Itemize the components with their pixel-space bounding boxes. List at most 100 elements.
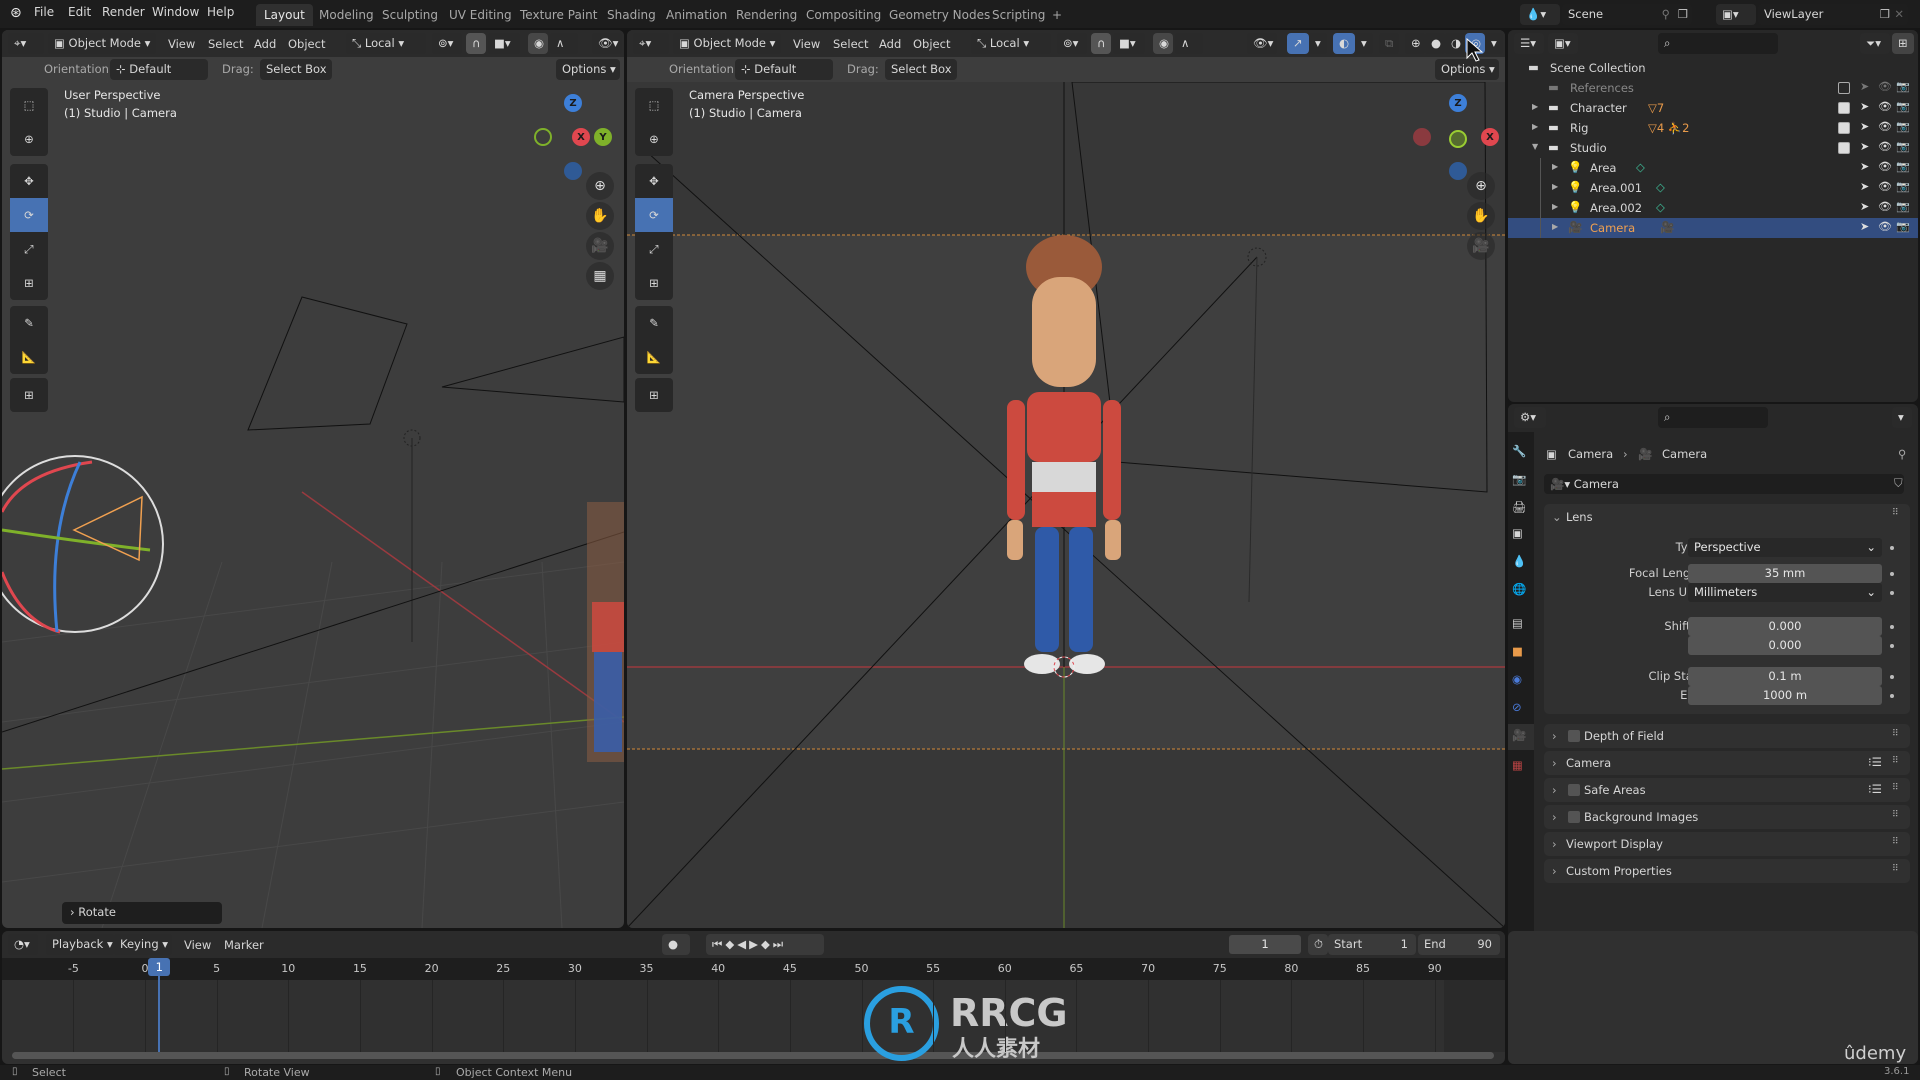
proportional-edit-toggle[interactable]: ◉ — [528, 33, 548, 54]
chevron-right-icon[interactable]: ▶ — [1532, 102, 1538, 111]
transform-orientation-dropdown[interactable]: ⤡ Local ▾ — [346, 33, 426, 54]
timeline-editor-type[interactable]: ◔▾ — [8, 934, 38, 955]
camera-view-button[interactable]: 🎥 — [586, 232, 614, 260]
eye-icon[interactable]: 👁 — [1878, 80, 1892, 93]
properties-editor-type[interactable]: ⚙▾ — [1514, 407, 1546, 428]
panel-safe-areas[interactable]: › Safe Areas ⁝☰ ⠿ — [1544, 778, 1910, 802]
eye-icon[interactable]: 👁 — [1878, 100, 1892, 113]
menu-add[interactable]: Add — [879, 37, 901, 51]
keyframe-dot[interactable] — [1890, 675, 1894, 679]
select-toggle-icon[interactable]: ➤ — [1860, 100, 1869, 113]
chevron-right-icon[interactable]: ▶ — [1532, 122, 1538, 131]
exclude-checkbox[interactable] — [1838, 82, 1850, 94]
tool-measure[interactable]: 📐 — [10, 340, 48, 374]
light-data-icon[interactable]: ◇ — [1656, 180, 1665, 194]
render-camera-icon[interactable]: 📷 — [1896, 140, 1910, 153]
tab-layout[interactable]: Layout — [256, 4, 313, 26]
viewport-left[interactable]: ⌖▾ ▣ Object Mode ▾ View Select Add Objec… — [2, 30, 624, 928]
gizmo-y-axis[interactable] — [1449, 130, 1467, 148]
tab-object[interactable]: ■ — [1512, 644, 1523, 658]
rotate-x-ring-lower[interactable] — [2, 571, 61, 634]
next-keyframe-icon[interactable]: ◆ — [761, 937, 773, 951]
select-toggle-icon[interactable]: ➤ — [1860, 80, 1869, 93]
menu-object[interactable]: Object — [913, 37, 950, 51]
panel-depth-of-field[interactable]: › Depth of Field ⠿ — [1544, 724, 1910, 748]
add-workspace-button[interactable]: + — [1044, 4, 1070, 26]
menu-edit[interactable]: Edit — [68, 5, 91, 19]
eye-icon[interactable]: 👁 — [1878, 200, 1892, 213]
tab-scene[interactable]: 💧 — [1512, 554, 1526, 568]
play-reverse-icon[interactable]: ◀ — [737, 937, 749, 951]
editor-type-button[interactable]: ⌖▾ — [8, 33, 44, 54]
chevron-right-icon[interactable]: ▶ — [1552, 222, 1558, 231]
snap-toggle[interactable]: ∩ — [466, 33, 486, 54]
render-camera-icon[interactable]: 📷 — [1896, 100, 1910, 113]
clip-end-field[interactable]: 1000 m — [1688, 686, 1882, 705]
gizmo-x-axis[interactable]: X — [1481, 128, 1499, 146]
panel-enable-checkbox[interactable] — [1568, 811, 1580, 823]
eye-icon[interactable]: 👁 — [1878, 120, 1892, 133]
tab-view-layer[interactable]: ▣ — [1512, 526, 1523, 540]
eye-icon[interactable]: 👁 — [1878, 180, 1892, 193]
gizmo-z-axis[interactable]: Z — [564, 94, 582, 112]
panel-camera[interactable]: › Camera ⁝☰ ⠿ — [1544, 751, 1910, 775]
drag-dropdown[interactable]: Select Box — [260, 59, 332, 80]
new-collection-button[interactable]: ⊞ — [1892, 33, 1914, 54]
playhead-frame-indicator[interactable]: 1 — [148, 958, 171, 976]
gizmo-dropdown[interactable]: ▾ — [1309, 33, 1327, 54]
filter-dropdown[interactable]: ⏷▾ — [1860, 33, 1890, 54]
tool-move[interactable]: ✥ — [10, 164, 48, 198]
snap-toggle[interactable]: ∩ — [1091, 33, 1111, 54]
render-camera-icon[interactable]: 📷 — [1896, 200, 1910, 213]
options-dropdown[interactable]: Options ▾ — [1435, 59, 1499, 80]
mode-dropdown[interactable]: ▣ Object Mode ▾ — [48, 33, 156, 54]
keyframe-dot[interactable] — [1890, 644, 1894, 648]
tab-scripting-label[interactable]: Scripting — [984, 4, 1053, 26]
keyframe-dot[interactable] — [1890, 625, 1894, 629]
rotate-z-ring[interactable] — [53, 461, 82, 633]
zoom-view-button[interactable]: ⊕ — [1467, 172, 1495, 200]
drag-dropdown[interactable]: Select Box — [885, 59, 957, 80]
pin-icon[interactable]: ⚲ — [1898, 447, 1906, 461]
tool-move[interactable]: ✥ — [635, 164, 673, 198]
presets-list-icon[interactable]: ⁝☰ — [1868, 782, 1882, 796]
eye-icon[interactable]: 👁 — [1878, 160, 1892, 173]
properties-options-dropdown[interactable]: ▾ — [1892, 407, 1912, 428]
scene-selector-button[interactable]: 💧▾ — [1520, 4, 1560, 25]
jump-start-icon[interactable]: ⏮ — [712, 937, 725, 951]
current-frame-field[interactable]: 1 — [1229, 935, 1301, 954]
eye-icon[interactable]: 👁 — [1878, 220, 1892, 233]
menu-window[interactable]: Window — [152, 5, 199, 19]
tab-uv-editing[interactable]: UV Editing — [441, 4, 520, 26]
tab-output[interactable]: 🖨 — [1512, 500, 1527, 514]
outliner-search-input[interactable]: ⌕ — [1658, 33, 1778, 54]
tool-select-box[interactable]: ⬚ — [635, 88, 673, 122]
scene-name-field[interactable]: Scene ⚲ ❐ — [1562, 4, 1692, 25]
tab-modeling[interactable]: Modeling — [311, 4, 382, 26]
select-toggle-icon[interactable]: ➤ — [1860, 200, 1869, 213]
shift-x-field[interactable]: 0.000 — [1688, 617, 1882, 636]
gizmo-neg-y-axis[interactable] — [534, 128, 552, 146]
drag-handle-icon[interactable]: ⠿ — [1892, 810, 1899, 820]
pivot-point-dropdown[interactable]: ⊚▾ — [1057, 33, 1087, 54]
orientation-dropdown[interactable]: ⊹ Default — [735, 59, 833, 80]
gizmo-neg-z-axis[interactable] — [1449, 162, 1467, 180]
outliner-row[interactable]: ▬ References ➤ 👁 📷 — [1508, 78, 1918, 98]
outliner-editor-type[interactable]: ☰▾ — [1514, 33, 1544, 54]
exclude-checkbox[interactable] — [1838, 142, 1850, 154]
tab-collection[interactable]: ▤ — [1512, 616, 1523, 630]
fake-user-shield-icon[interactable]: ⛉ — [1894, 476, 1903, 491]
panel-custom-properties[interactable]: › Custom Properties ⠿ — [1544, 859, 1910, 883]
tab-compositing[interactable]: Compositing — [798, 4, 889, 26]
menu-object[interactable]: Object — [288, 37, 325, 51]
keyframe-dot[interactable] — [1890, 546, 1894, 550]
tool-scale[interactable]: ⤢ — [10, 232, 48, 266]
menu-help[interactable]: Help — [207, 5, 234, 19]
outliner-row[interactable]: ▼ ▬ Studio ➤ 👁 📷 — [1508, 138, 1918, 158]
tab-texture[interactable]: ▦ — [1512, 758, 1523, 772]
tool-cursor[interactable]: ⊕ — [635, 122, 673, 156]
outliner-row[interactable]: ▶ 💡 Area.001 ◇ ➤ 👁 📷 — [1508, 178, 1918, 198]
gizmo-toggle[interactable]: ↗ — [1287, 33, 1309, 54]
outliner-row[interactable]: ▶ 💡 Area.002 ◇ ➤ 👁 📷 — [1508, 198, 1918, 218]
camera-data-icon[interactable]: 🎥 — [1660, 220, 1674, 234]
